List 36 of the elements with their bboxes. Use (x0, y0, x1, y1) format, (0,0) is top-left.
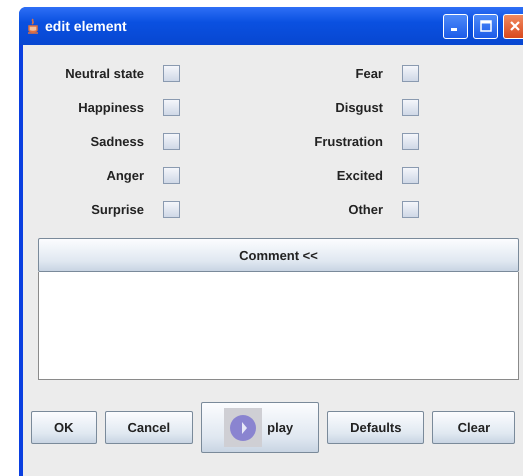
checkbox[interactable] (402, 98, 419, 116)
checkbox-label: Anger (105, 168, 144, 182)
comment-field[interactable] (38, 272, 519, 380)
checkbox[interactable] (163, 200, 180, 218)
checkbox-label: Frustration (313, 134, 383, 148)
checkbox-label: Disgust (334, 100, 383, 114)
dialog-button[interactable]: OK (31, 411, 96, 444)
dialog-button[interactable]: Clear (432, 411, 516, 444)
checkbox[interactable] (163, 132, 180, 150)
checkbox-label: Neutral state (64, 66, 144, 80)
close-button[interactable] (503, 14, 523, 38)
checkbox[interactable] (402, 166, 419, 184)
checkbox-label: Fear (354, 66, 383, 80)
minimize-icon (450, 28, 456, 31)
checkbox-label: Excited (336, 168, 383, 182)
maximize-button[interactable] (473, 14, 498, 38)
checkbox[interactable] (402, 200, 419, 218)
checkbox[interactable] (402, 132, 419, 150)
maximize-icon (480, 20, 492, 32)
play-icon (224, 408, 262, 447)
window-title: edit element (45, 18, 128, 34)
close-icon (508, 20, 520, 32)
comment-toggle-button[interactable]: Comment << (38, 238, 519, 272)
checkbox-label: Happiness (77, 100, 144, 114)
play-button[interactable]: play (201, 402, 320, 453)
dialog-button[interactable]: Defaults (327, 411, 424, 444)
checkbox[interactable] (163, 64, 180, 82)
dialog-button[interactable]: Cancel (104, 411, 194, 444)
checkbox-label: Surprise (90, 202, 144, 216)
cup-icon (27, 18, 39, 34)
minimize-button[interactable] (443, 14, 468, 38)
checkbox[interactable] (163, 166, 180, 184)
checkbox-label: Other (347, 202, 383, 216)
checkbox[interactable] (402, 64, 419, 82)
checkbox[interactable] (163, 98, 180, 116)
checkbox-label: Sadness (90, 134, 144, 148)
